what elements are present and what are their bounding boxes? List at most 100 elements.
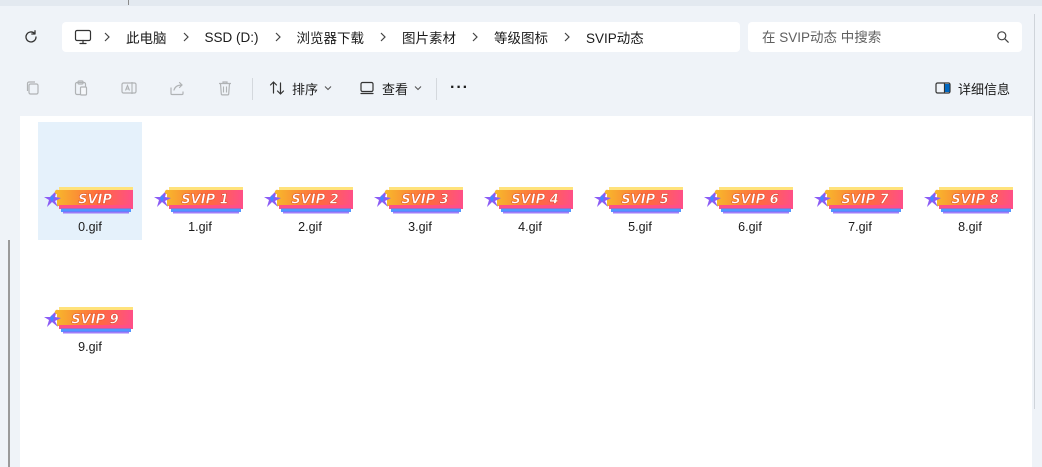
chevron-down-icon	[414, 86, 422, 91]
svip-badge-thumbnail: SVIP 8	[924, 187, 1013, 214]
svip-badge-thumbnail: SVIP 9	[44, 307, 133, 334]
copy-button[interactable]	[24, 76, 42, 100]
svip-badge-thumbnail: SVIP 4	[484, 187, 573, 214]
breadcrumb-item-this-pc[interactable]: 此电脑	[122, 22, 171, 52]
file-item[interactable]: SVIP 7 7.gif	[808, 122, 912, 240]
command-bar: 排序 查看 ··· 详细信息	[0, 62, 1042, 114]
svip-badge-thumbnail: SVIP 7	[814, 187, 903, 214]
rename-button[interactable]	[120, 76, 138, 100]
badge-text: SVIP 3	[401, 193, 448, 208]
badge-text: SVIP 4	[511, 193, 558, 208]
toolbar-divider	[436, 78, 437, 100]
file-item[interactable]: SVIP 5 5.gif	[588, 122, 692, 240]
badge-text: SVIP 5	[621, 193, 668, 208]
badge-text: SVIP 7	[841, 193, 889, 208]
file-item[interactable]: SVIP 3 3.gif	[368, 122, 472, 240]
breadcrumb-item-images[interactable]: 图片素材	[398, 22, 460, 52]
chevron-down-icon	[324, 86, 332, 91]
refresh-icon	[25, 30, 37, 43]
view-icon	[360, 81, 374, 95]
svip-badge-thumbnail: SVIP	[44, 187, 133, 214]
share-icon	[170, 81, 184, 96]
file-name: 9.gif	[78, 340, 102, 354]
breadcrumb-item-svip[interactable]: SVIP动态	[582, 22, 648, 52]
search-icon[interactable]	[996, 30, 1010, 44]
badge-text: SVIP 1	[181, 193, 228, 208]
monitor-icon	[74, 29, 92, 45]
file-item[interactable]: SVIP 8 8.gif	[918, 122, 1022, 240]
details-label: 详细信息	[958, 81, 1011, 97]
badge-text: SVIP	[78, 193, 112, 208]
chevron-right-icon	[380, 32, 386, 42]
tab-edge	[128, 0, 129, 5]
file-item[interactable]: SVIP 6 6.gif	[698, 122, 802, 240]
sort-button[interactable]: 排序	[268, 76, 332, 100]
file-name: 4.gif	[518, 220, 542, 234]
view-label: 查看	[382, 81, 409, 97]
paste-button[interactable]	[72, 76, 90, 100]
breadcrumb-separator[interactable]	[92, 32, 122, 42]
breadcrumb-this-pc-icon-item[interactable]	[74, 22, 92, 52]
file-name: 5.gif	[628, 220, 652, 234]
delete-button[interactable]	[216, 76, 234, 100]
window-top-strip	[0, 0, 1042, 6]
file-name: 7.gif	[848, 220, 872, 234]
svip-badge-thumbnail: SVIP 2	[264, 187, 353, 214]
breadcrumb-separator[interactable]	[263, 32, 293, 42]
file-name: 8.gif	[958, 220, 982, 234]
badge-text: SVIP 8	[951, 193, 998, 208]
breadcrumb-separator[interactable]	[552, 32, 582, 42]
breadcrumb-label: SSD (D:)	[204, 29, 259, 45]
badge-text: SVIP 9	[71, 313, 118, 328]
breadcrumb-separator[interactable]	[460, 32, 490, 42]
breadcrumb-label: 图片素材	[402, 31, 456, 46]
trash-icon	[219, 81, 231, 96]
breadcrumb-separator[interactable]	[368, 32, 398, 42]
breadcrumb-label: 等级图标	[494, 31, 548, 46]
file-name: 0.gif	[78, 220, 102, 234]
breadcrumb-separator[interactable]	[171, 32, 201, 42]
file-item[interactable]: SVIP 0.gif	[38, 122, 142, 240]
file-name: 2.gif	[298, 220, 322, 234]
svip-badge-thumbnail: SVIP 1	[154, 187, 243, 214]
toolbar-divider	[252, 78, 253, 100]
paste-icon	[74, 80, 88, 96]
copy-icon	[26, 81, 39, 95]
breadcrumb-label: 此电脑	[126, 31, 167, 46]
breadcrumb-label: 浏览器下载	[296, 31, 365, 46]
details-pane-button[interactable]: 详细信息	[934, 76, 1010, 100]
chevron-right-icon	[472, 32, 478, 42]
search-input[interactable]	[762, 29, 992, 45]
file-name: 3.gif	[408, 220, 432, 234]
file-list-view[interactable]: SVIP 0.gif SVIP 1 1.gif SVIP 2 2.gif SVIP 3 3.g…	[20, 116, 1032, 467]
file-item[interactable]: SVIP 9 9.gif	[38, 242, 142, 360]
file-item[interactable]: SVIP 1 1.gif	[148, 122, 252, 240]
window-edge-line	[1034, 14, 1035, 409]
chevron-right-icon	[564, 32, 570, 42]
chevron-right-icon	[183, 32, 189, 42]
file-name: 6.gif	[738, 220, 762, 234]
breadcrumb[interactable]: 此电脑 SSD (D:) 浏览器下载 图片素材 等级图标 SVIP动态	[62, 22, 740, 52]
navigation-pane-scrollbar[interactable]	[8, 240, 10, 467]
breadcrumb-label: SVIP动态	[586, 31, 644, 46]
svip-badge-thumbnail: SVIP 3	[374, 187, 463, 214]
search-box[interactable]	[748, 22, 1022, 52]
share-button[interactable]	[168, 76, 186, 100]
address-row: 此电脑 SSD (D:) 浏览器下载 图片素材 等级图标 SVIP动态	[0, 14, 1042, 60]
breadcrumb-item-downloads[interactable]: 浏览器下载	[293, 22, 369, 52]
badge-text: SVIP 2	[291, 193, 338, 208]
chevron-right-icon	[104, 32, 110, 42]
file-item[interactable]: SVIP 2 2.gif	[258, 122, 362, 240]
more-options-button[interactable]: ···	[450, 76, 469, 100]
refresh-button[interactable]	[16, 22, 46, 52]
breadcrumb-item-ssd[interactable]: SSD (D:)	[201, 22, 263, 52]
file-name: 1.gif	[188, 220, 212, 234]
badge-text: SVIP 6	[731, 193, 778, 208]
rename-icon	[121, 82, 137, 94]
file-item[interactable]: SVIP 4 4.gif	[478, 122, 582, 240]
sort-icon	[269, 81, 285, 95]
view-button[interactable]: 查看	[358, 76, 422, 100]
breadcrumb-item-level-icons[interactable]: 等级图标	[490, 22, 552, 52]
chevron-right-icon	[275, 32, 281, 42]
more-icon: ···	[450, 79, 469, 96]
